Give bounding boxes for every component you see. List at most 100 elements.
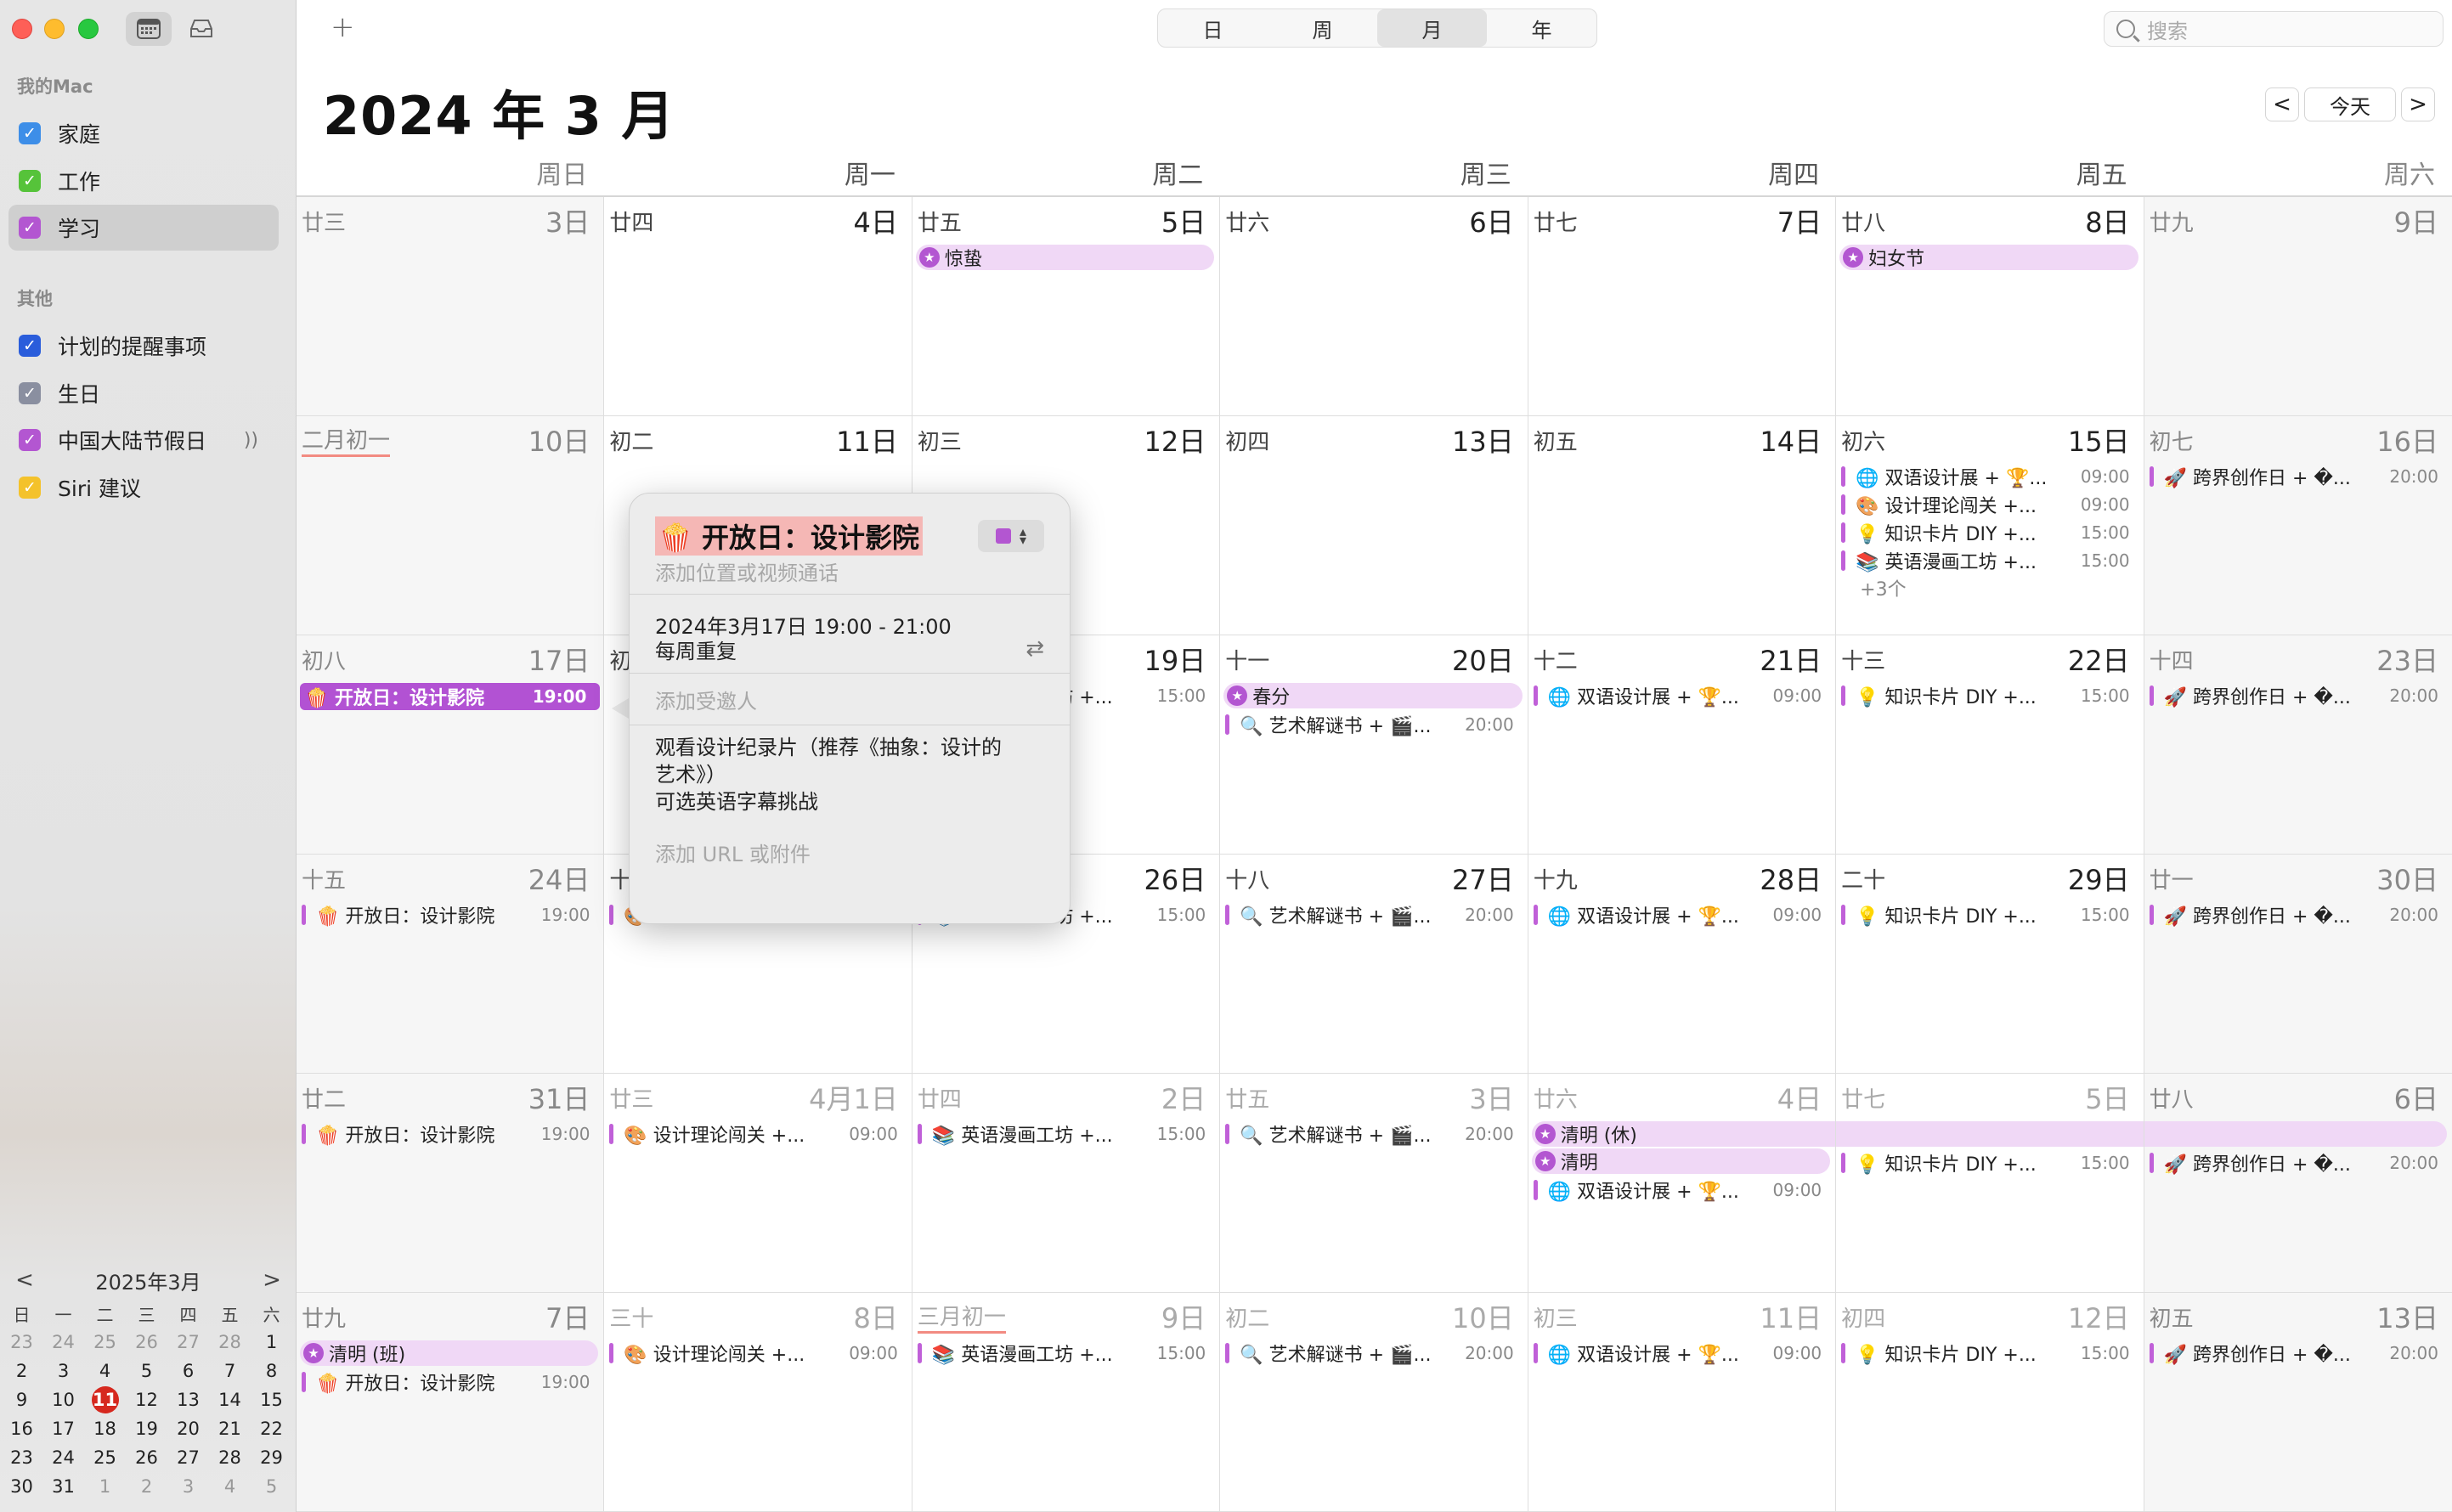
day-cell[interactable]: 廿五 5日 ★ 惊蛰 [912,197,1221,416]
mini-day[interactable]: 16 [1,1414,42,1443]
mini-day[interactable]: 2 [1,1357,42,1385]
mini-day[interactable]: 4 [84,1357,126,1385]
add-event-button[interactable]: + [331,10,355,44]
mini-day[interactable]: 17 [42,1414,84,1443]
calendar-list-toggle-button[interactable] [126,12,172,46]
close-window-button[interactable] [12,19,32,39]
day-cell[interactable]: 初八 17日 🍿 开放日：设计影院 19:00 [297,635,605,855]
mini-day[interactable]: 27 [167,1443,209,1472]
day-cell[interactable]: 初六 15日 🌐 双语设计展 + 🏆... 09:00 🎨 设计理论闯关 +... 09:… [1836,416,2144,635]
mini-next-month-button[interactable]: > [259,1267,285,1293]
mini-day[interactable]: 28 [209,1328,251,1357]
view-month-tab[interactable]: 月 [1377,9,1487,47]
timed-event[interactable]: 🌐 双语设计展 + 🏆... 09:00 [1528,1339,1835,1367]
timed-event[interactable]: 📚 英语漫画工坊 +... 15:00 [1836,546,2143,574]
all-day-event-continuation[interactable] [2144,1121,2447,1147]
timed-event[interactable]: 🔍 艺术解谜书 + 🎬... 20:00 [1220,710,1527,738]
day-cell[interactable]: 初五 14日 [1528,416,1837,635]
mini-day[interactable]: 13 [167,1385,209,1414]
checkbox-icon[interactable]: ✓ [19,477,41,499]
timed-event[interactable]: 🍿 开放日：设计影院 19:00 [297,1120,603,1148]
sidebar-item-siri[interactable]: ✓ Siri 建议 [8,465,279,511]
checkbox-icon[interactable]: ✓ [19,217,41,239]
day-cell[interactable]: 廿三 3日 [297,197,605,416]
event-notes[interactable]: 观看设计纪录片（推荐《抽象：设计的 艺术》） 可选英语字幕挑战 [630,725,1070,815]
day-cell[interactable]: 十五 24日 🍿 开放日：设计影院 19:00 [297,855,605,1074]
mini-day[interactable]: 22 [251,1414,292,1443]
mini-day[interactable]: 23 [1,1443,42,1472]
sidebar-item-birthdays[interactable]: ✓ 生日 [8,370,279,416]
mini-day[interactable]: 30 [1,1472,42,1501]
mini-day[interactable]: 29 [251,1443,292,1472]
today-button[interactable]: 今天 [2304,87,2396,121]
day-cell[interactable]: 廿四 4日 [604,197,912,416]
timed-event[interactable]: 💡 知识卡片 DIY +... 15:00 [1836,900,2143,928]
calendar-color-picker[interactable]: ▴ ▾ [978,520,1044,552]
timed-event[interactable]: 🚀 跨界创作日 + �... 20:00 [2144,462,2452,490]
timed-event[interactable]: 🔍 艺术解谜书 + 🎬... 20:00 [1220,1120,1527,1148]
view-day-tab[interactable]: 日 [1158,9,1268,47]
checkbox-icon[interactable]: ✓ [19,382,41,404]
timed-event[interactable]: 🌐 双语设计展 + 🏆... 09:00 [1528,1176,1835,1204]
day-cell[interactable]: 二十 29日 💡 知识卡片 DIY +... 15:00 [1836,855,2144,1074]
timed-event[interactable]: 🚀 跨界创作日 + �... 20:00 [2144,900,2452,928]
all-day-event[interactable]: ★ 春分 [1223,683,1523,708]
mini-day[interactable]: 7 [209,1357,251,1385]
timed-event[interactable]: 🌐 双语设计展 + 🏆... 09:00 [1528,681,1835,709]
checkbox-icon[interactable]: ✓ [19,429,41,451]
selected-event[interactable]: 🍿 开放日：设计影院 19:00 [300,683,601,710]
mini-day[interactable]: 26 [126,1328,167,1357]
all-day-event[interactable]: ★ 清明 (班) [300,1340,599,1366]
view-week-tab[interactable]: 周 [1268,9,1377,47]
checkbox-icon[interactable]: ✓ [19,122,41,144]
mini-day[interactable]: 31 [42,1472,84,1501]
mini-day[interactable]: 11 [84,1385,126,1414]
timed-event[interactable]: 💡 知识卡片 DIY +... 15:00 [1836,681,2143,709]
url-attachment-field[interactable]: 添加 URL 或附件 [630,815,1070,867]
timed-event[interactable]: 🎨 设计理论闯关 +... 09:00 [604,1339,911,1367]
day-cell[interactable]: 廿九 7日 ★ 清明 (班) 🍿 开放日：设计影院 19:00 [297,1293,605,1512]
day-cell[interactable]: 廿七 5日 💡 知识卡片 DIY +... 15:00 [1836,1074,2144,1293]
location-field[interactable]: 添加位置或视频通话 [630,556,1070,594]
day-cell[interactable]: 初七 16日 🚀 跨界创作日 + �... 20:00 [2144,416,2452,635]
mini-day[interactable]: 24 [42,1443,84,1472]
all-day-event[interactable]: ★ 妇女节 [1839,245,2138,270]
day-cell[interactable]: 二月初一 10日 [297,416,605,635]
mini-day[interactable]: 12 [126,1385,167,1414]
timed-event[interactable]: 🎨 设计理论闯关 +... 09:00 [1836,490,2143,518]
invitees-field[interactable]: 添加受邀人 [630,674,1070,725]
checkbox-icon[interactable]: ✓ [19,335,41,357]
all-day-event[interactable]: ★ 惊蛰 [915,245,1215,270]
all-day-event[interactable]: ★ 清明 [1531,1148,1831,1174]
sidebar-item-holidays[interactable]: ✓ 中国大陆节假日 )) [8,417,279,463]
mini-day[interactable]: 18 [84,1414,126,1443]
timed-event[interactable]: 🚀 跨界创作日 + �... 20:00 [2144,1339,2452,1367]
mini-day[interactable]: 19 [126,1414,167,1443]
mini-day[interactable]: 8 [251,1357,292,1385]
day-cell[interactable]: 初四 13日 [1220,416,1528,635]
timed-event[interactable]: 🌐 双语设计展 + 🏆... 09:00 [1836,462,2143,490]
day-cell[interactable]: 三十 8日 🎨 设计理论闯关 +... 09:00 [604,1293,912,1512]
day-cell[interactable]: 十四 23日 🚀 跨界创作日 + �... 20:00 [2144,635,2452,855]
mini-prev-month-button[interactable]: < [12,1267,37,1293]
day-cell[interactable]: 三月初一 9日 📚 英语漫画工坊 +... 15:00 [912,1293,1221,1512]
mini-day[interactable]: 2 [126,1472,167,1501]
mini-day[interactable]: 3 [167,1472,209,1501]
mini-day[interactable]: 24 [42,1328,84,1357]
mini-day[interactable]: 21 [209,1414,251,1443]
timed-event[interactable]: 💡 知识卡片 DIY +... 15:00 [1836,1339,2143,1367]
timed-event[interactable]: 🚀 跨界创作日 + �... 20:00 [2144,1148,2452,1176]
day-cell[interactable]: 十三 22日 💡 知识卡片 DIY +... 15:00 [1836,635,2144,855]
sidebar-item-work[interactable]: ✓ 工作 [8,158,279,204]
mini-day[interactable]: 6 [167,1357,209,1385]
day-cell[interactable]: 初五 13日 🚀 跨界创作日 + �... 20:00 [2144,1293,2452,1512]
mini-day[interactable]: 20 [167,1414,209,1443]
timed-event[interactable]: 🍿 开放日：设计影院 19:00 [297,1368,603,1396]
mini-day[interactable]: 27 [167,1328,209,1357]
timed-event[interactable]: 🔍 艺术解谜书 + 🎬... 20:00 [1220,900,1527,928]
checkbox-icon[interactable]: ✓ [19,170,41,192]
minimize-window-button[interactable] [44,19,65,39]
day-cell[interactable]: 初二 10日 🔍 艺术解谜书 + 🎬... 20:00 [1220,1293,1528,1512]
mini-day[interactable]: 1 [84,1472,126,1501]
timed-event[interactable]: 💡 知识卡片 DIY +... 15:00 [1836,518,2143,546]
